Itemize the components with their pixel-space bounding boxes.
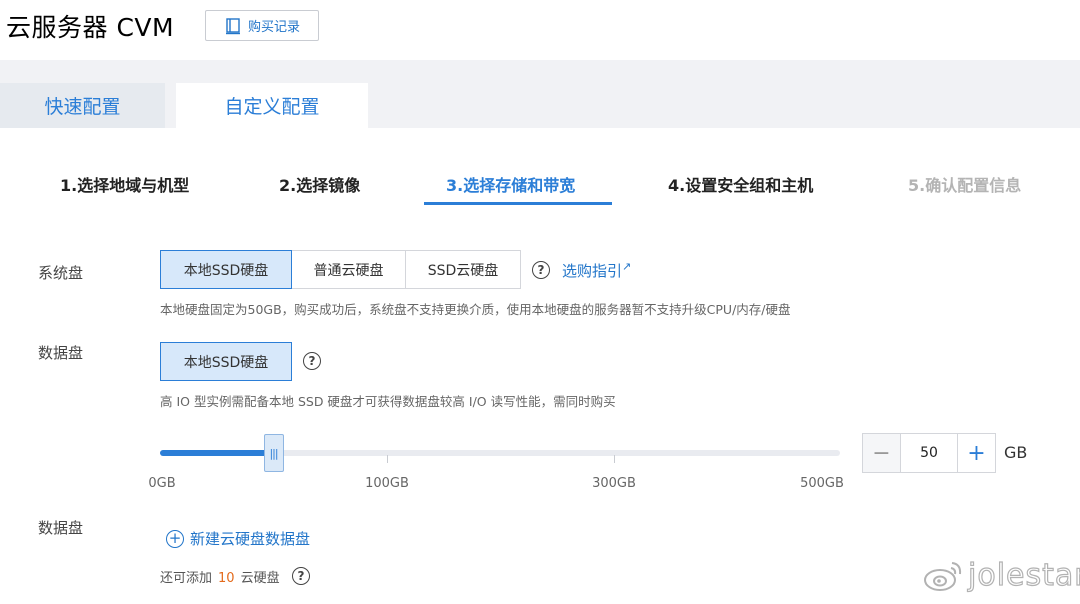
tab-custom-config[interactable]: 自定义配置 xyxy=(176,83,368,128)
system-disk-option-local-ssd[interactable]: 本地SSD硬盘 xyxy=(160,250,292,289)
system-disk-label: 系统盘 xyxy=(38,264,84,282)
slider-tick xyxy=(614,455,615,463)
add-cloud-data-disk-link[interactable]: + 新建云硬盘数据盘 xyxy=(166,528,310,549)
system-disk-option-cloud[interactable]: 普通云硬盘 xyxy=(291,250,406,289)
watermark-text: jolestar xyxy=(967,557,1080,593)
purchase-guide-link[interactable]: 选购指引↗ xyxy=(562,260,631,281)
question-circle-icon[interactable]: ? xyxy=(292,567,310,585)
question-circle-icon[interactable]: ? xyxy=(532,261,550,279)
remaining-count: 10 xyxy=(218,571,235,586)
page-title: 云服务器 CVM xyxy=(6,13,175,42)
step-image[interactable]: 2.选择镜像 xyxy=(279,172,360,196)
slider-label-100: 100GB xyxy=(365,476,409,491)
page-header: 云服务器 CVM 购买记录 xyxy=(0,0,1080,60)
cloud-data-disk-label: 数据盘 xyxy=(38,519,84,537)
disk-size-stepper: − + xyxy=(862,433,996,473)
purchase-history-button[interactable]: 购买记录 xyxy=(205,10,319,41)
step-nav: 1.选择地域与机型 2.选择镜像 3.选择存储和带宽 4.设置安全组和主机 5.… xyxy=(0,128,1080,208)
add-cloud-data-disk-label: 新建云硬盘数据盘 xyxy=(190,530,311,548)
slider-handle[interactable]: ||| xyxy=(263,434,284,472)
system-disk-type-selector: 本地SSD硬盘 普通云硬盘 SSD云硬盘 xyxy=(160,250,521,289)
system-disk-note: 本地硬盘固定为50GB，购买成功后，系统盘不支持更换介质，使用本地硬盘的服务器暂… xyxy=(160,302,791,317)
tab-quick-config[interactable]: 快速配置 xyxy=(0,83,165,128)
decrement-button[interactable]: − xyxy=(863,434,901,472)
step-confirm: 5.确认配置信息 xyxy=(908,176,1022,195)
data-disk-note: 高 IO 型实例需配备本地 SSD 硬盘才可获得数据盘较高 I/O 读写性能，需… xyxy=(160,394,616,409)
step-security-host[interactable]: 4.设置安全组和主机 xyxy=(668,172,813,196)
grip-icon: ||| xyxy=(269,446,278,460)
slider-label-300: 300GB xyxy=(592,476,636,491)
step-storage-bandwidth[interactable]: 3.选择存储和带宽 xyxy=(446,172,575,196)
slider-label-500: 500GB xyxy=(800,476,844,491)
purchase-guide-label: 选购指引 xyxy=(562,262,623,280)
remaining-prefix: 还可添加 xyxy=(160,571,213,586)
slider-fill xyxy=(160,450,274,456)
active-step-underline xyxy=(424,202,612,205)
system-disk-option-ssd-cloud[interactable]: SSD云硬盘 xyxy=(405,250,521,289)
slider-tick xyxy=(387,455,388,463)
step-region-model[interactable]: 1.选择地域与机型 xyxy=(60,172,189,196)
weibo-logo-icon xyxy=(924,561,962,591)
question-circle-icon[interactable]: ? xyxy=(303,352,321,370)
remaining-disks-text: 还可添加 10 云硬盘 xyxy=(160,567,280,586)
data-disk-option-local-ssd[interactable]: 本地SSD硬盘 xyxy=(160,342,292,381)
size-unit: GB xyxy=(1004,443,1028,462)
book-icon xyxy=(225,17,240,34)
data-disk-label: 数据盘 xyxy=(38,344,84,362)
weibo-watermark: jolestar xyxy=(922,557,1080,594)
purchase-history-label: 购买记录 xyxy=(247,20,300,35)
external-link-icon: ↗ xyxy=(622,260,632,273)
disk-size-slider[interactable] xyxy=(160,450,840,456)
plus-circle-icon: + xyxy=(166,529,184,548)
slider-label-0: 0GB xyxy=(148,476,176,491)
remaining-suffix: 云硬盘 xyxy=(240,571,280,586)
config-tabbar: 快速配置 自定义配置 xyxy=(0,60,1080,128)
disk-size-input[interactable] xyxy=(901,434,957,472)
increment-button[interactable]: + xyxy=(957,434,995,472)
